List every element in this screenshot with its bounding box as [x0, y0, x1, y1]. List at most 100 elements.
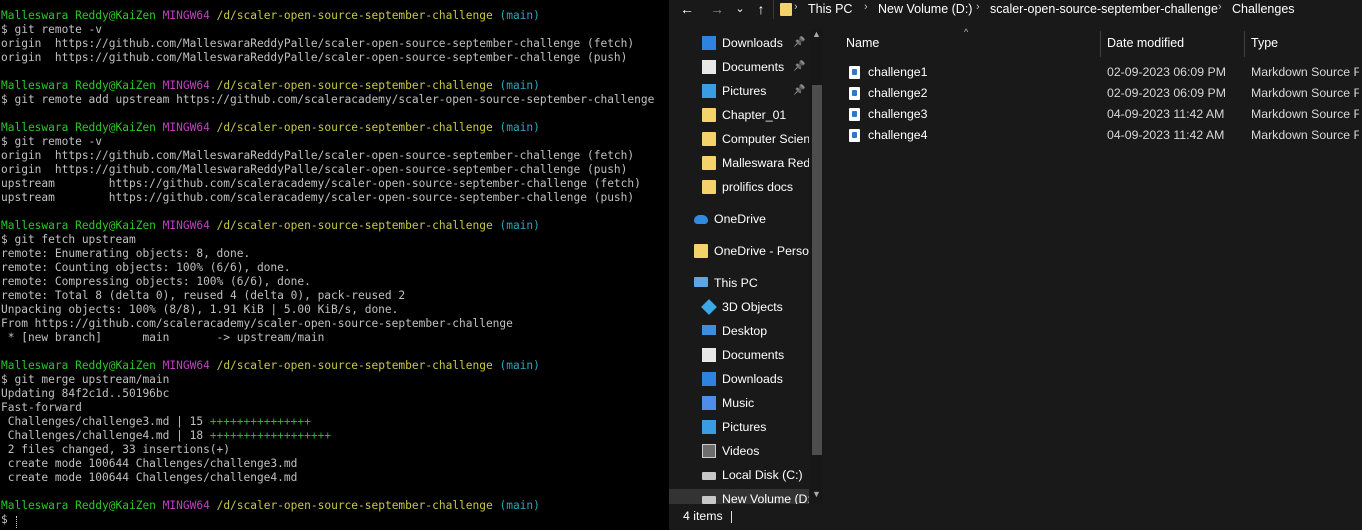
file-row[interactable]: challenge3 04-09-2023 11:42 AM Markdown So… [827, 104, 1362, 125]
nav-item-label: Chapter_01 [722, 108, 787, 122]
prompt-branch: (main) [499, 121, 540, 134]
column-header-date-modified[interactable]: Date modified [1107, 29, 1184, 57]
forward-button[interactable]: → [707, 0, 727, 19]
terminal-command: $ git remote -v [1, 135, 103, 148]
nav-item-label: 3D Objects [722, 300, 783, 314]
terminal-command: $ git remote -v [1, 23, 103, 36]
file-date-modified: 04-09-2023 11:42 AM [1107, 107, 1225, 121]
documents-icon [702, 60, 716, 74]
address-bar[interactable]: › This PC › New Volume (D:) › scaler-open-sou… [773, 0, 1362, 19]
videos-icon [702, 444, 716, 458]
prompt-path: /d/scaler-open-source-september-challeng… [216, 121, 493, 134]
terminal-prompt-line: Malleswara Reddy@KaiZen MINGW64 /d/scale… [1, 79, 540, 93]
status-bar: 4 items [669, 504, 1362, 530]
breadcrumb-this-pc[interactable]: This PC [808, 2, 852, 16]
markdown-file-icon [849, 108, 860, 121]
navigation-bar: ← → ⌄ ↑ › This PC › New Volume (D:) › scaler-… [669, 0, 1362, 21]
terminal-prompt-line: Malleswara Reddy@KaiZen MINGW64 /d/scale… [1, 121, 540, 135]
breadcrumb-new-volume[interactable]: New Volume (D:) [878, 2, 972, 16]
local-disk-icon [702, 472, 716, 480]
prompt-path: /d/scaler-open-source-september-challeng… [216, 79, 493, 92]
file-type: Markdown Source File [1251, 65, 1359, 79]
nav-item-label: OneDrive - Persor [714, 244, 809, 258]
folder-icon [702, 108, 716, 122]
file-list: ^ Name Date modified Type challenge1 02-0… [827, 27, 1362, 504]
prompt-branch: (main) [499, 79, 540, 92]
column-header-name[interactable]: Name [846, 29, 879, 57]
prompt-branch: (main) [499, 9, 540, 22]
desktop-icon [702, 325, 716, 335]
terminal-command: $ [1, 513, 15, 526]
file-date-modified: 04-09-2023 11:42 AM [1107, 128, 1225, 142]
diffstat-file: Challenges/challenge4.md | 18 [1, 429, 210, 442]
forward-arrow-icon: → [710, 1, 724, 17]
scrollbar-thumb[interactable] [812, 85, 822, 455]
file-name: challenge4 [868, 128, 928, 142]
nav-item-label: Downloads [722, 372, 783, 386]
scroll-down-icon[interactable]: ▼ [812, 489, 821, 499]
nav-item-label: prolifics docs [722, 180, 794, 194]
folder-icon [702, 156, 716, 170]
terminal-output-line: Updating 84f2c1d..50196bc [1, 387, 170, 400]
diffstat-file: Challenges/challenge3.md | 15 [1, 415, 210, 428]
file-row[interactable]: challenge4 04-09-2023 11:42 AM Markdown So… [827, 125, 1362, 146]
nav-item-label: OneDrive [714, 212, 766, 226]
recent-locations-button[interactable]: ⌄ [733, 0, 747, 19]
file-date-modified: 02-09-2023 06:09 PM [1107, 65, 1226, 79]
back-button[interactable]: ← [677, 0, 697, 19]
prompt-system: MINGW64 [162, 9, 210, 22]
terminal-output-line: origin https://github.com/MalleswaraRedd… [1, 37, 635, 50]
nav-item-new-volume-d[interactable]: New Volume (D: [669, 489, 809, 504]
prompt-path: /d/scaler-open-source-september-challeng… [216, 499, 493, 512]
terminal-output-line: * [new branch] main -> upstream/main [1, 331, 325, 344]
text-cursor [16, 516, 18, 528]
diffstat-insertions: ++++++++++++++++++ [209, 429, 332, 442]
file-row[interactable]: challenge2 02-09-2023 06:09 PM Markdown So… [827, 83, 1362, 104]
folder-icon [694, 244, 708, 258]
column-divider[interactable] [1244, 31, 1245, 57]
terminal-output-line: remote: Compressing objects: 100% (6/6),… [1, 275, 311, 288]
terminal-command: $ git fetch upstream [1, 233, 136, 246]
breadcrumb-separator-icon: › [794, 1, 798, 13]
nav-item-label: Documents [722, 348, 785, 362]
folder-icon [780, 3, 792, 16]
sort-caret-icon: ^ [964, 27, 969, 37]
scroll-up-icon[interactable]: ▲ [812, 29, 821, 39]
folder-icon [702, 180, 716, 194]
nav-item-label: New Volume (D: [722, 492, 809, 504]
nav-item-label: Computer Scien [722, 132, 809, 146]
nav-item-label: Music [722, 396, 755, 410]
prompt-system: MINGW64 [162, 79, 210, 92]
column-header-type[interactable]: Type [1251, 29, 1278, 57]
pin-icon: 📌 [793, 85, 806, 96]
breadcrumb-repo-folder[interactable]: scaler-open-source-september-challenge [990, 2, 1218, 16]
terminal-output-line: upstream https://github.com/scaleracadem… [1, 191, 635, 204]
download-icon [702, 36, 716, 50]
drive-icon [702, 496, 716, 504]
column-divider[interactable] [1100, 31, 1101, 57]
prompt-system: MINGW64 [162, 359, 210, 372]
nav-item-label: Downloads [722, 36, 783, 50]
file-name: challenge1 [868, 65, 928, 79]
file-name: challenge2 [868, 86, 928, 100]
terminal-window[interactable]: Malleswara Reddy@KaiZen MINGW64 /d/scale… [0, 0, 669, 530]
breadcrumb-challenges[interactable]: Challenges [1232, 2, 1295, 16]
nav-item-label: This PC [714, 276, 758, 290]
prompt-user: Malleswara Reddy@KaiZen [1, 121, 156, 134]
terminal-output-line: create mode 100644 Challenges/challenge3… [1, 457, 298, 470]
terminal-output-line: create mode 100644 Challenges/challenge4… [1, 471, 298, 484]
terminal-output-line: remote: Enumerating objects: 8, done. [1, 247, 251, 260]
up-button[interactable]: ↑ [753, 0, 769, 19]
navigation-scrollbar[interactable]: ▲ ▼ [810, 29, 823, 504]
file-type: Markdown Source File [1251, 128, 1359, 142]
onedrive-cloud-icon [694, 215, 708, 224]
terminal-output-line: From https://github.com/scaleracademy/sc… [1, 317, 513, 330]
prompt-branch: (main) [499, 219, 540, 232]
terminal-diffstat-line: Challenges/challenge3.md | 15 ++++++++++… [1, 415, 311, 429]
prompt-user: Malleswara Reddy@KaiZen [1, 359, 156, 372]
file-row[interactable]: challenge1 02-09-2023 06:09 PM Markdown So… [827, 62, 1362, 83]
nav-item-label: Documents [722, 60, 785, 74]
prompt-path: /d/scaler-open-source-september-challeng… [216, 219, 493, 232]
terminal-output-line: upstream https://github.com/scaleracadem… [1, 177, 641, 190]
nav-item-label: Desktop [722, 324, 768, 338]
